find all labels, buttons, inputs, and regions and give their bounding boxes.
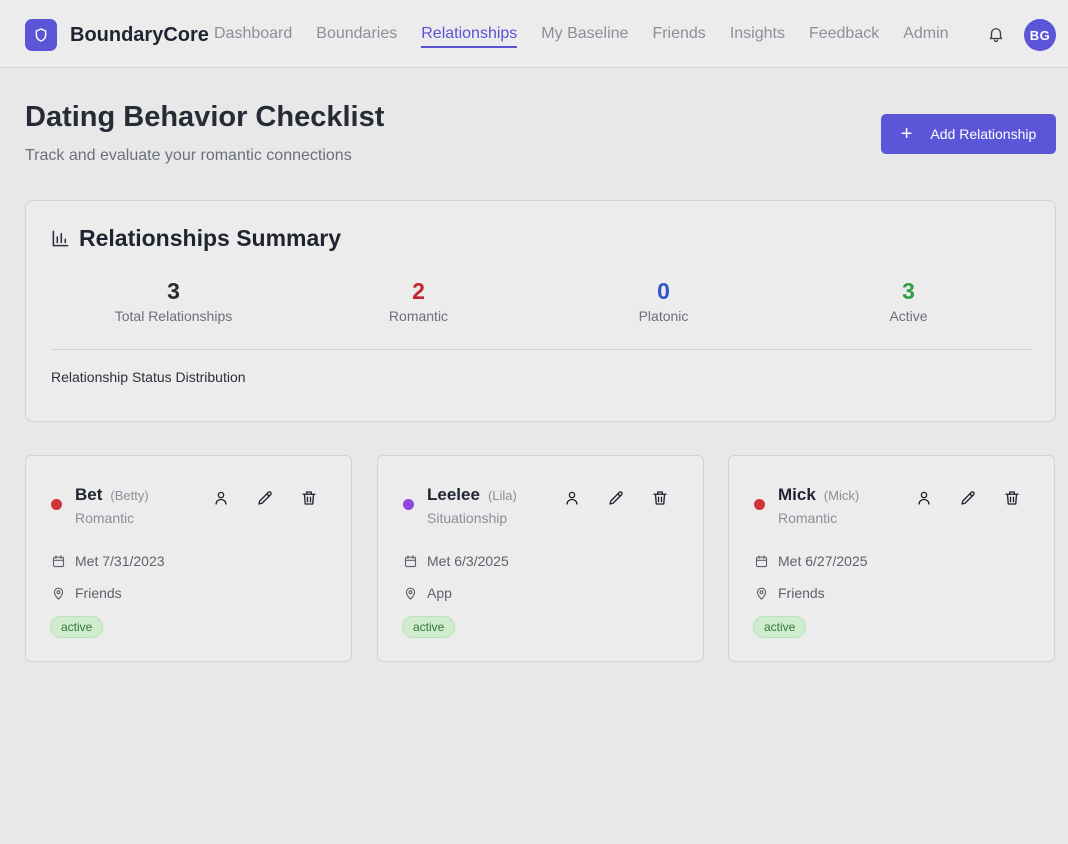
page-title: Dating Behavior Checklist: [25, 101, 385, 133]
relationship-name: Mick: [778, 485, 816, 504]
relationships-summary-card: Relationships Summary 3 Total Relationsh…: [25, 200, 1056, 422]
met-source: Friends: [778, 585, 825, 601]
edit-pencil-icon[interactable]: [256, 489, 274, 507]
relationship-card[interactable]: Bet (Betty) Romantic Met 7/31/2023 Friend…: [25, 455, 352, 662]
relationship-card[interactable]: Mick (Mick) Romantic Met 6/27/2025 Friend…: [728, 455, 1055, 662]
nav-link-relationships[interactable]: Relationships: [421, 0, 518, 68]
met-date: Met 7/31/2023: [75, 553, 165, 569]
stat-romantic: 2 Romantic: [296, 277, 541, 324]
relationship-type: Romantic: [778, 510, 838, 526]
relationship-type: Situationship: [427, 510, 508, 526]
nav-link-feedback[interactable]: Feedback: [809, 0, 879, 68]
summary-stats: 3 Total Relationships 2 Romantic 0 Plato…: [51, 277, 1031, 324]
source-row: Friends: [754, 585, 825, 601]
bar-chart-icon: [52, 230, 69, 247]
brand-name: BoundaryCore: [70, 23, 209, 46]
met-date-row: Met 6/27/2025: [754, 553, 868, 569]
relationship-name: Leelee: [427, 485, 480, 504]
nav-link-friends[interactable]: Friends: [652, 0, 705, 68]
edit-pencil-icon[interactable]: [959, 489, 977, 507]
stat-active: 3 Active: [786, 277, 1031, 324]
profile-icon[interactable]: [563, 489, 581, 507]
stat-label: Platonic: [638, 308, 689, 324]
status-badge: active: [50, 616, 104, 638]
stat-value: 0: [657, 278, 670, 304]
stat-value: 3: [167, 278, 180, 304]
type-dot: [403, 499, 414, 510]
location-pin-icon: [756, 587, 767, 600]
status-distribution-label: Relationship Status Distribution: [51, 369, 246, 385]
trash-icon[interactable]: [1003, 489, 1021, 507]
add-relationship-button[interactable]: + Add Relationship: [881, 114, 1056, 154]
location-pin-icon: [405, 587, 416, 600]
met-date-row: Met 7/31/2023: [51, 553, 165, 569]
nav-link-dashboard[interactable]: Dashboard: [214, 0, 292, 68]
source-row: App: [403, 585, 452, 601]
edit-pencil-icon[interactable]: [607, 489, 625, 507]
calendar-icon: [755, 554, 768, 567]
type-dot: [754, 499, 765, 510]
type-dot: [51, 499, 62, 510]
relationship-name-row: Mick (Mick): [778, 485, 859, 505]
add-relationship-label: Add Relationship: [930, 126, 1037, 142]
relationship-card[interactable]: Leelee (Lila) Situationship Met 6/3/2025 …: [377, 455, 704, 662]
page-subtitle: Track and evaluate your romantic connect…: [25, 147, 352, 164]
relationship-name: Bet: [75, 485, 103, 504]
location-pin-icon: [53, 587, 64, 600]
trash-icon[interactable]: [651, 489, 669, 507]
nav-link-insights[interactable]: Insights: [730, 0, 785, 68]
nav-link-my-baseline[interactable]: My Baseline: [541, 0, 628, 68]
calendar-icon: [52, 554, 65, 567]
calendar-icon: [404, 554, 417, 567]
summary-header: Relationships Summary: [51, 225, 341, 252]
brand[interactable]: BoundaryCore: [25, 19, 209, 51]
met-source: App: [427, 585, 452, 601]
trash-icon[interactable]: [300, 489, 318, 507]
met-source: Friends: [75, 585, 122, 601]
divider: [51, 349, 1031, 350]
status-badge: active: [402, 616, 456, 638]
stat-value: 3: [902, 278, 915, 304]
top-navbar: BoundaryCore Dashboard Boundaries Relati…: [0, 0, 1068, 68]
relationship-nickname: (Mick): [823, 488, 860, 503]
summary-title: Relationships Summary: [79, 225, 342, 251]
relationship-nickname: (Betty): [110, 488, 149, 503]
bell-icon[interactable]: [987, 25, 1005, 43]
profile-icon[interactable]: [915, 489, 933, 507]
met-date: Met 6/3/2025: [427, 553, 509, 569]
status-badge: active: [753, 616, 807, 638]
profile-icon[interactable]: [212, 489, 230, 507]
stat-platonic: 0 Platonic: [541, 277, 786, 324]
nav-link-boundaries[interactable]: Boundaries: [316, 0, 397, 68]
stat-label: Total Relationships: [114, 308, 233, 324]
stat-value: 2: [412, 278, 425, 304]
relationship-nickname: (Lila): [487, 488, 517, 503]
relationship-name-row: Leelee (Lila): [427, 485, 517, 505]
stat-label: Romantic: [388, 308, 449, 324]
met-date-row: Met 6/3/2025: [403, 553, 509, 569]
plus-icon: +: [900, 123, 913, 145]
user-avatar[interactable]: BG: [1024, 19, 1056, 51]
relationship-type: Romantic: [75, 510, 135, 526]
stat-label: Active: [889, 308, 928, 324]
nav-link-admin[interactable]: Admin: [903, 0, 948, 68]
relationship-name-row: Bet (Betty): [75, 485, 149, 505]
nav-links: Dashboard Boundaries Relationships My Ba…: [214, 0, 973, 68]
met-date: Met 6/27/2025: [778, 553, 868, 569]
stat-total: 3 Total Relationships: [51, 277, 296, 324]
source-row: Friends: [51, 585, 122, 601]
shield-logo-icon: [25, 19, 57, 51]
